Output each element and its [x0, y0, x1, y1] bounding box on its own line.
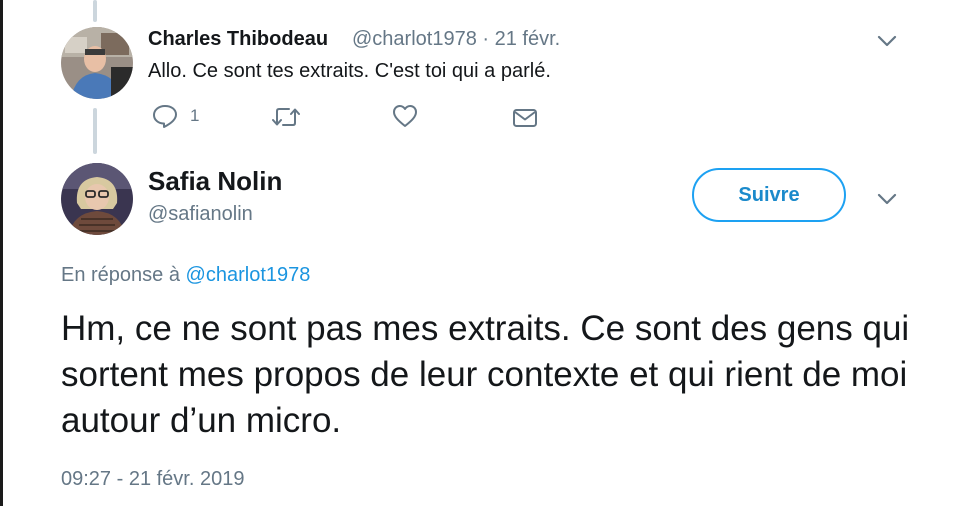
reply-author-meta: @charlot1978 · 21 févr. — [352, 28, 560, 51]
like-icon — [393, 105, 417, 127]
reply-author-name[interactable]: Charles Thibodeau — [148, 28, 328, 51]
meta-separator: · — [482, 28, 490, 50]
retweet-icon — [272, 108, 300, 126]
message-button[interactable] — [512, 107, 538, 129]
reply-context: En réponse à @charlot1978 — [61, 264, 310, 287]
reply-count: 1 — [190, 106, 200, 125]
main-tweet-text: Hm, ce ne sont pas mes extraits. Ce sont… — [61, 309, 910, 440]
chevron-down-icon[interactable] — [876, 34, 898, 48]
window-edge — [0, 0, 3, 506]
reply-author-handle[interactable]: @charlot1978 — [352, 28, 477, 50]
reply-to-link[interactable]: @charlot1978 — [186, 264, 311, 286]
follow-button[interactable]: Suivre — [692, 168, 846, 222]
tweet-timestamp[interactable]: 09:27 - 21 févr. 2019 — [61, 468, 244, 491]
retweet-button[interactable] — [272, 106, 300, 128]
like-button[interactable] — [392, 104, 418, 128]
thread-line-top — [93, 0, 97, 22]
avatar-charles[interactable] — [61, 27, 133, 99]
message-icon — [513, 109, 537, 127]
reply-icon — [153, 105, 177, 128]
reply-button[interactable]: 1 — [152, 104, 199, 128]
reply-tweet-text: Allo. Ce sont tes extraits. C'est toi qu… — [148, 60, 551, 82]
thread-line-middle — [93, 108, 97, 154]
avatar-safia[interactable] — [61, 163, 133, 235]
main-author-name[interactable]: Safia Nolin — [148, 166, 282, 197]
reply-prefix: En réponse à — [61, 264, 180, 286]
main-author-handle[interactable]: @safianolin — [148, 203, 253, 226]
reply-date[interactable]: 21 févr. — [495, 28, 561, 50]
chevron-down-icon[interactable] — [876, 192, 898, 206]
